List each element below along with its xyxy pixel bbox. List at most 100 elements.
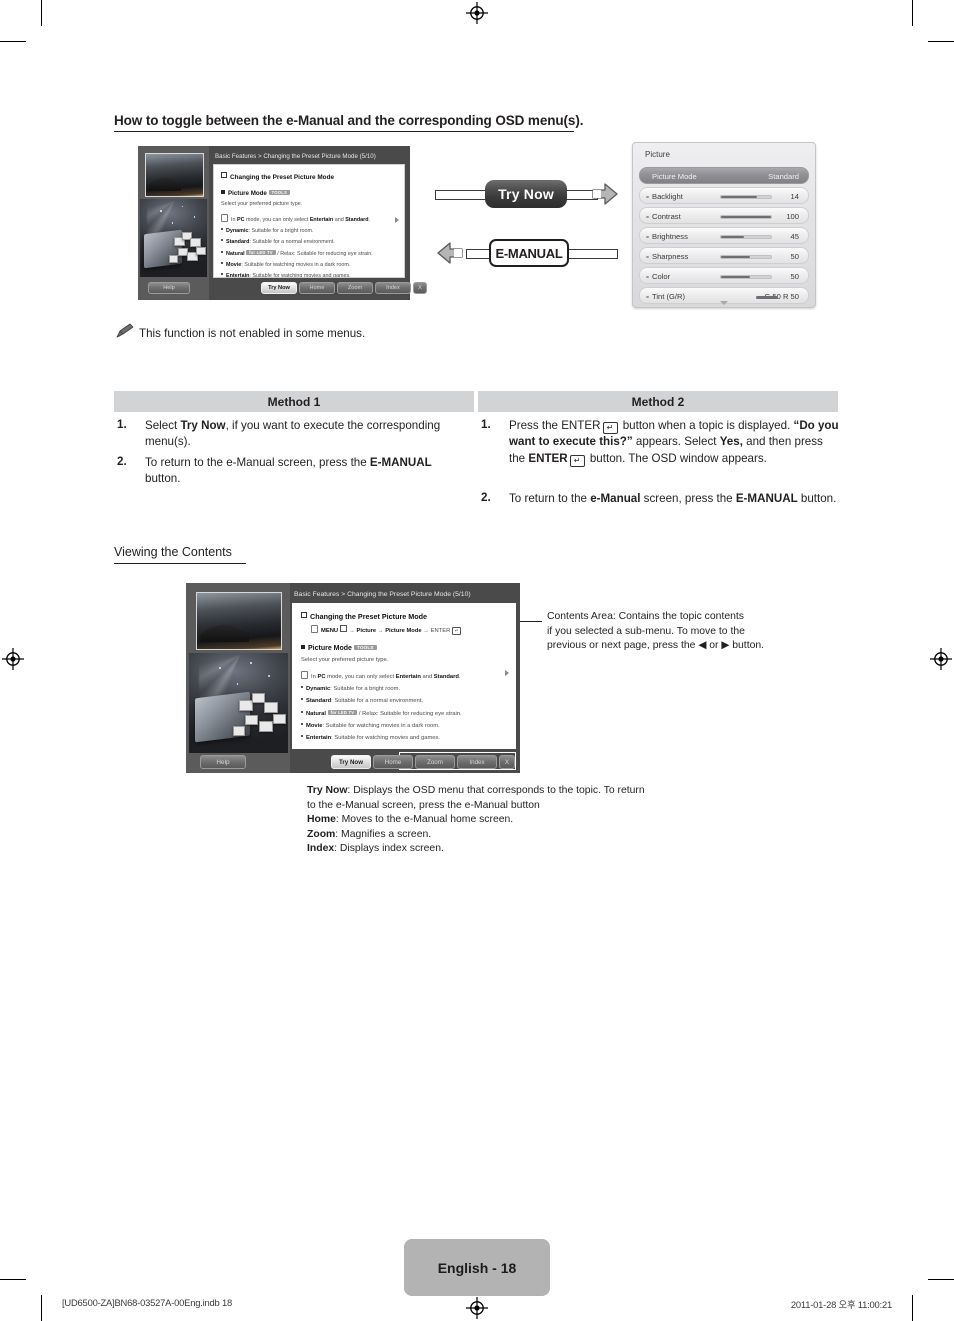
sparkle	[218, 667, 221, 669]
contents-area-callout: Contents Area: Contains the topic conten…	[547, 610, 837, 654]
emanual-subheading-desc: Select your preferred picture type.	[221, 201, 303, 207]
emanual-content-area: Changing the Preset Picture Mode Picture…	[213, 164, 405, 278]
for-led-tv-badge: for LED TV	[246, 250, 276, 255]
emanual-bullet: Movie: Suitable for watching movies in a…	[221, 262, 398, 268]
registration-mark-top	[466, 2, 488, 24]
osd-row-sharpness[interactable]: Sharpness 50	[639, 247, 809, 264]
osd-value: Standard	[768, 172, 799, 181]
osd-bullet-icon	[646, 275, 649, 278]
tools-badge: TOOLS	[353, 644, 377, 650]
page-number-badge: English - 18	[404, 1239, 550, 1296]
emanual-subheading-desc: Select your preferred picture type.	[301, 656, 389, 663]
osd-row-picture-mode[interactable]: Picture Mode Standard	[639, 167, 809, 184]
emanual-help-button[interactable]: Help	[200, 755, 246, 769]
emanual-try-now-button[interactable]: Try Now	[331, 755, 371, 769]
osd-slider[interactable]	[720, 195, 772, 199]
emanual-thumbnail-image	[196, 592, 282, 650]
method1-step1-text: Select Try Now, if you want to execute t…	[145, 419, 441, 449]
subheading-bullet-icon	[301, 644, 305, 649]
method1-step1-number: 1.	[117, 418, 127, 431]
sparkle	[160, 209, 162, 212]
emanual-zoom-button[interactable]: Zoom	[337, 282, 373, 294]
pencil-icon	[116, 323, 134, 343]
osd-slider[interactable]	[720, 275, 772, 279]
emanual-content-area: Changing the Preset Picture Mode MENU → P…	[292, 603, 516, 749]
topic-bullet-icon	[301, 612, 307, 618]
content-chip	[273, 714, 287, 724]
next-page-arrow-icon[interactable]	[505, 670, 509, 676]
emanual-illustration	[189, 653, 288, 753]
emanual-index-button[interactable]: Index	[457, 755, 497, 769]
osd-label: Color	[652, 272, 671, 281]
osd-label: Contrast	[652, 212, 681, 221]
method2-step1-number: 1.	[481, 418, 491, 431]
osd-label: Sharpness	[652, 252, 689, 261]
crop-mark-br-h	[928, 1278, 954, 1280]
osd-label: Tint (G/R)	[652, 292, 686, 301]
emanual-home-button[interactable]: Home	[299, 282, 335, 294]
osd-bullet-icon	[646, 295, 649, 298]
crop-mark-br-v	[911, 1295, 913, 1321]
emanual-screen-top: Basic Features > Changing the Preset Pic…	[138, 146, 427, 300]
osd-row-backlight[interactable]: Backlight 14	[639, 187, 809, 204]
emanual-close-button[interactable]: X	[413, 282, 427, 294]
try-now-pill: Try Now	[485, 180, 567, 208]
footer-file-info: [UD6500-ZA]BN68-03527A-00Eng.indb 18	[62, 1297, 232, 1308]
content-chip	[264, 702, 279, 713]
method1-step2-text: To return to the e-Manual screen, press …	[145, 456, 432, 486]
osd-row-contrast[interactable]: Contrast 100	[639, 207, 809, 224]
content-chip	[238, 700, 253, 711]
osd-tint-bar[interactable]	[756, 295, 778, 299]
osd-value: 45	[790, 232, 799, 241]
content-chip	[196, 247, 207, 256]
emanual-screen-bottom: Basic Features > Changing the Preset Pic…	[186, 583, 520, 773]
emanual-illustration	[140, 199, 207, 277]
emanual-pc-note: In PC mode, you can only select Entertai…	[221, 214, 398, 223]
emanual-menu-path: MENU → Picture → Picture Mode → ENTER ↵	[311, 625, 508, 635]
osd-row-color[interactable]: Color 50	[639, 267, 809, 284]
emanual-subheading: Picture Mode TOOLS	[221, 190, 398, 197]
crop-mark-tl-h	[0, 41, 26, 43]
osd-row-brightness[interactable]: Brightness 45	[639, 227, 809, 244]
page-title: How to toggle between the e-Manual and t…	[114, 113, 583, 132]
crop-mark-bl-h	[0, 1278, 26, 1280]
emanual-bullet: Natural for LED TV / Relax: Suitable for…	[301, 709, 508, 717]
subheading-bullet-icon	[221, 190, 225, 194]
topic-bullet-icon	[221, 172, 227, 178]
osd-bullet-icon	[646, 195, 649, 198]
chevron-down-icon[interactable]	[720, 301, 728, 305]
emanual-zoom-button[interactable]: Zoom	[415, 755, 455, 769]
emanual-close-button[interactable]: X	[499, 755, 515, 769]
osd-slider[interactable]	[720, 215, 772, 219]
registration-mark-left	[2, 648, 24, 670]
next-page-arrow-icon[interactable]	[395, 217, 399, 223]
emanual-topic-title: Changing the Preset Picture Mode	[301, 612, 508, 621]
for-led-tv-badge: for LED TV	[327, 709, 358, 715]
callout-leader-line	[520, 621, 542, 622]
emanual-try-now-button[interactable]: Try Now	[261, 282, 297, 294]
method1-step2-number: 2.	[117, 455, 127, 468]
emanual-bullet: Dynamic: Suitable for a bright room.	[221, 228, 398, 234]
emanual-home-button[interactable]: Home	[373, 755, 413, 769]
emanual-bullet: Standard: Suitable for a normal environm…	[221, 239, 398, 245]
osd-label: Picture Mode	[652, 172, 697, 181]
osd-slider[interactable]	[720, 255, 772, 259]
emanual-index-button[interactable]: Index	[375, 282, 411, 294]
osd-bullet-icon	[646, 255, 649, 258]
method2-step1-text: Press the ENTER ↵ button when a topic is …	[509, 419, 839, 467]
emanual-help-button[interactable]: Help	[148, 282, 190, 294]
callout-leader-vertical	[520, 621, 521, 622]
osd-bullet-icon	[646, 215, 649, 218]
function-note: This function is not enabled in some men…	[139, 327, 366, 340]
callout-line-3: previous or next page, press the ◀ or ▶ …	[547, 640, 765, 652]
legend-index: Index: Displays index screen.	[307, 843, 444, 855]
section-title: Viewing the Contents	[114, 545, 246, 564]
content-chip	[169, 254, 179, 263]
osd-slider[interactable]	[720, 235, 772, 239]
crop-mark-tr-v	[911, 0, 913, 26]
osd-value: 50	[790, 272, 799, 281]
osd-picture-menu: Picture Picture Mode Standard Backlight …	[632, 142, 816, 308]
legend-try-now: Try Now: Displays the OSD menu that corr…	[307, 785, 645, 796]
legend-try-now-cont: to the e-Manual screen, press the e-Manu…	[307, 799, 540, 811]
legend-zoom: Zoom: Magnifies a screen.	[307, 828, 432, 840]
